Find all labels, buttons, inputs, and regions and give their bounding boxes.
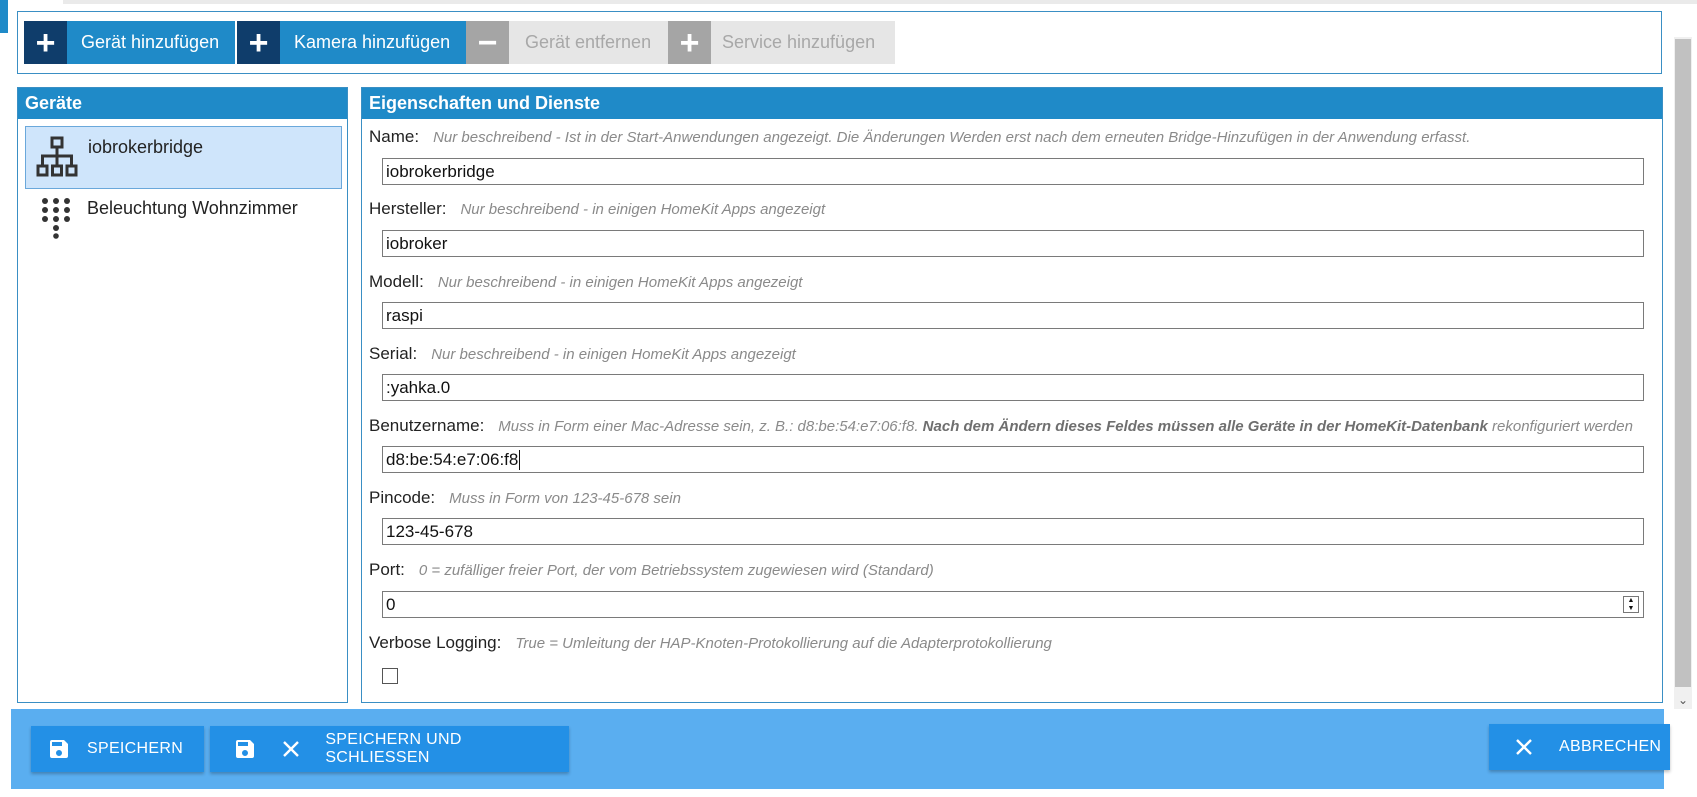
port-value: 0 [386, 594, 396, 614]
top-strip [63, 0, 1697, 4]
model-input[interactable]: raspi [382, 302, 1644, 329]
toolbar: + Gerät hinzufügen + Kamera hinzufügen −… [17, 11, 1662, 74]
device-name: iobrokerbridge [88, 137, 204, 157]
plus-icon: + [668, 21, 711, 64]
verbose-label-row: Verbose Logging: True = Umleitung der HA… [369, 633, 1052, 653]
verbose-logging-checkbox[interactable] [382, 668, 398, 684]
floppy-disk-icon [31, 737, 87, 761]
dialog-root: + Gerät hinzufügen + Kamera hinzufügen −… [0, 0, 1697, 797]
cancel-label: ABBRECHEN [1559, 738, 1662, 755]
close-icon [1489, 737, 1559, 757]
manufacturer-label-row: Hersteller: Nur beschreibend - in einige… [369, 199, 825, 219]
add-camera-label: Kamera hinzufügen [280, 21, 467, 64]
scroll-down-icon[interactable]: ⌄ [1674, 692, 1692, 707]
spinner-up-icon[interactable]: ▲ [1628, 597, 1635, 605]
plus-icon: + [24, 21, 67, 64]
save-button[interactable]: SPEICHERN [31, 726, 204, 772]
keypad-dots-icon [25, 188, 87, 248]
scrollbar-thumb[interactable] [1675, 39, 1691, 687]
pincode-input[interactable]: 123-45-678 [382, 518, 1644, 545]
save-and-close-button[interactable]: SPEICHERN UND SCHLIESSEN [210, 726, 569, 772]
remove-device-label: Gerät entfernen [509, 21, 670, 64]
footer-bar: SPEICHERN SPEICHERN UND SCHLIESSEN ABBRE… [11, 709, 1670, 789]
model-label-row: Modell: Nur beschreibend - in einigen Ho… [369, 272, 802, 292]
serial-label-row: Serial: Nur beschreibend - in einigen Ho… [369, 344, 796, 364]
manufacturer-hint: Nur beschreibend - in einigen HomeKit Ap… [460, 201, 826, 218]
port-label: Port: [369, 560, 405, 579]
username-hint: Muss in Form einer Mac-Adresse sein, z. … [498, 418, 1633, 435]
pincode-hint: Muss in Form von 123-45-678 sein [449, 490, 681, 507]
device-name: Beleuchtung Wohnzimmer [87, 198, 298, 218]
serial-label: Serial: [369, 344, 418, 363]
add-service-label: Service hinzufügen [711, 21, 896, 64]
remove-device-button[interactable]: − Gerät entfernen [466, 21, 670, 64]
add-device-label: Gerät hinzufügen [67, 21, 236, 64]
text-cursor [519, 449, 521, 470]
device-item-beleuchtung-wohnzimmer[interactable]: Beleuchtung Wohnzimmer [25, 188, 342, 251]
username-input[interactable]: d8:be:54:e7:06:f8 [382, 446, 1644, 473]
floppy-disk-icon [210, 737, 279, 761]
model-label: Modell: [369, 272, 424, 291]
username-hint-warning: Nach dem Ändern dieses Feldes müssen all… [922, 418, 1488, 435]
pincode-label-row: Pincode: Muss in Form von 123-45-678 sei… [369, 488, 681, 508]
pincode-label: Pincode: [369, 488, 436, 507]
properties-panel-title: Eigenschaften und Dienste [362, 88, 1662, 119]
verbose-label: Verbose Logging: [369, 633, 502, 652]
devices-panel: Geräte iobrokerbridge Beleuchtung Wohnzi… [17, 87, 348, 703]
serial-input[interactable]: :yahka.0 [382, 374, 1644, 401]
plus-icon: + [237, 21, 280, 64]
port-spinner[interactable]: ▲ ▼ [1623, 596, 1639, 613]
close-icon [279, 739, 303, 759]
port-hint: 0 = zufälliger freier Port, der vom Betr… [418, 562, 934, 579]
save-and-close-label: SPEICHERN UND SCHLIESSEN [325, 731, 462, 766]
port-input[interactable]: 0 ▲ ▼ [382, 591, 1644, 618]
username-label: Benutzername: [369, 416, 485, 435]
manufacturer-label: Hersteller: [369, 199, 447, 218]
name-label-row: Name: Nur beschreibend - Ist in der Star… [369, 127, 1470, 147]
window-edge [0, 0, 8, 33]
devices-panel-title: Geräte [18, 88, 347, 119]
bridge-hierarchy-icon [26, 127, 88, 187]
serial-hint: Nur beschreibend - in einigen HomeKit Ap… [431, 346, 796, 363]
name-hint: Nur beschreibend - Ist in der Start-Anwe… [433, 129, 1471, 146]
name-label: Name: [369, 127, 420, 146]
manufacturer-input[interactable]: iobroker [382, 230, 1644, 257]
username-value: d8:be:54:e7:06:f8 [386, 449, 519, 469]
cancel-button[interactable]: ABBRECHEN [1489, 724, 1670, 770]
save-label: SPEICHERN [87, 740, 184, 757]
username-hint-tail: rekonfiguriert werden [1492, 418, 1633, 435]
spinner-down-icon[interactable]: ▼ [1628, 605, 1635, 613]
model-hint: Nur beschreibend - in einigen HomeKit Ap… [437, 274, 803, 291]
username-label-row: Benutzername: Muss in Form einer Mac-Adr… [369, 416, 1633, 436]
add-camera-button[interactable]: + Kamera hinzufügen [237, 21, 467, 64]
name-input[interactable]: iobrokerbridge [382, 158, 1644, 185]
device-item-iobrokerbridge[interactable]: iobrokerbridge [25, 126, 342, 189]
username-hint-text: Muss in Form einer Mac-Adresse sein, z. … [498, 418, 919, 435]
properties-panel: Eigenschaften und Dienste Name: Nur besc… [361, 87, 1663, 703]
add-device-button[interactable]: + Gerät hinzufügen [24, 21, 236, 64]
add-service-button[interactable]: + Service hinzufügen [668, 21, 896, 64]
verbose-hint: True = Umleitung der HAP-Knoten-Protokol… [515, 635, 1052, 652]
minus-icon: − [466, 21, 509, 64]
port-label-row: Port: 0 = zufälliger freier Port, der vo… [369, 560, 934, 580]
